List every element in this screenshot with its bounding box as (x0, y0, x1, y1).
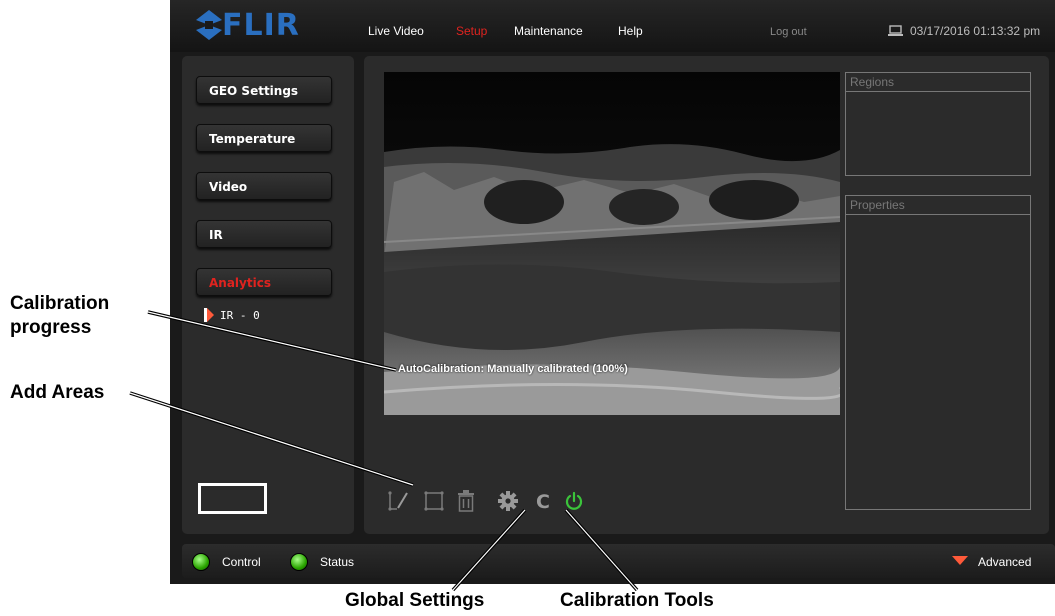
callout-add-areas: Add Areas (10, 382, 105, 403)
callout-calibration-progress-line1: Calibration (10, 293, 110, 314)
callout-calibration-progress-line2: progress (10, 317, 92, 338)
callout-global-settings: Global Settings (345, 590, 485, 611)
callout-calibration-tools: Calibration Tools (560, 590, 714, 611)
callout-leader-lines (129, 310, 639, 592)
callout-calibration-progress: Calibration progress (10, 292, 109, 340)
